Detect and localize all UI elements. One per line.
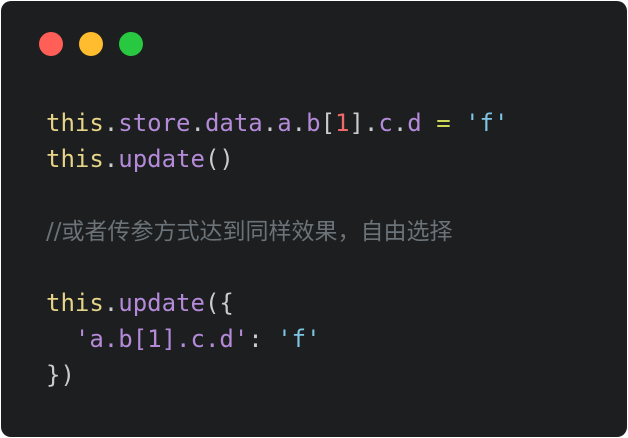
code-token-string: 'f' [277,325,321,353]
code-token-punctuation: . [103,145,119,173]
minimize-button[interactable] [79,32,103,56]
code-token-punctuation: }) [46,361,75,389]
code-token-punctuation: . [103,289,119,317]
code-token-number: 1 [335,109,350,137]
code-token-property: b [306,109,321,137]
close-button[interactable] [39,32,63,56]
code-token-punctuation: . [262,109,278,137]
code-token-keyword: this [46,109,104,137]
code-token-punctuation: () [204,145,234,173]
code-token-comment: //或者传参方式达到同样效果，自由选择 [46,219,453,245]
code-token-property: d [407,109,422,137]
code-token-property: update [118,289,205,317]
code-token-punctuation [422,109,436,137]
code-line: }) [46,357,508,393]
code-window: this.store.data.a.b[1].c.d = 'f' this.upd… [1,1,627,437]
code-token-operator: = [436,109,451,137]
code-token-punctuation: : [248,325,278,353]
code-block: this.store.data.a.b[1].c.d = 'f' this.upd… [46,105,508,393]
code-token-property: store [118,109,191,137]
code-token-punctuation [46,325,75,353]
code-token-punctuation: ]. [349,109,379,137]
code-token-string: 'f' [465,109,509,137]
code-token-punctuation: [ [320,109,336,137]
code-token-keyword: this [46,289,104,317]
code-line: this.update({ [46,285,508,321]
code-token-keyword: this [46,145,104,173]
code-line: //或者传参方式达到同样效果，自由选择 [46,213,508,249]
code-line: 'a.b[1].c.d': 'f' [46,321,508,357]
code-token-property: a [277,109,292,137]
code-token-property: data [204,109,263,137]
code-token-punctuation: . [190,109,205,137]
code-line: this.update() [46,141,508,177]
code-token-property: update [118,145,205,173]
code-token-property: 'a.b[1].c.d' [74,325,249,353]
code-token-punctuation: . [291,109,307,137]
code-token-punctuation: . [103,109,119,137]
code-line: this.store.data.a.b[1].c.d = 'f' [46,105,508,141]
code-token-punctuation [451,109,465,137]
code-token-punctuation: . [392,109,408,137]
code-token-punctuation: ({ [204,289,234,317]
code-token-property: c [378,109,393,137]
zoom-button[interactable] [119,32,143,56]
